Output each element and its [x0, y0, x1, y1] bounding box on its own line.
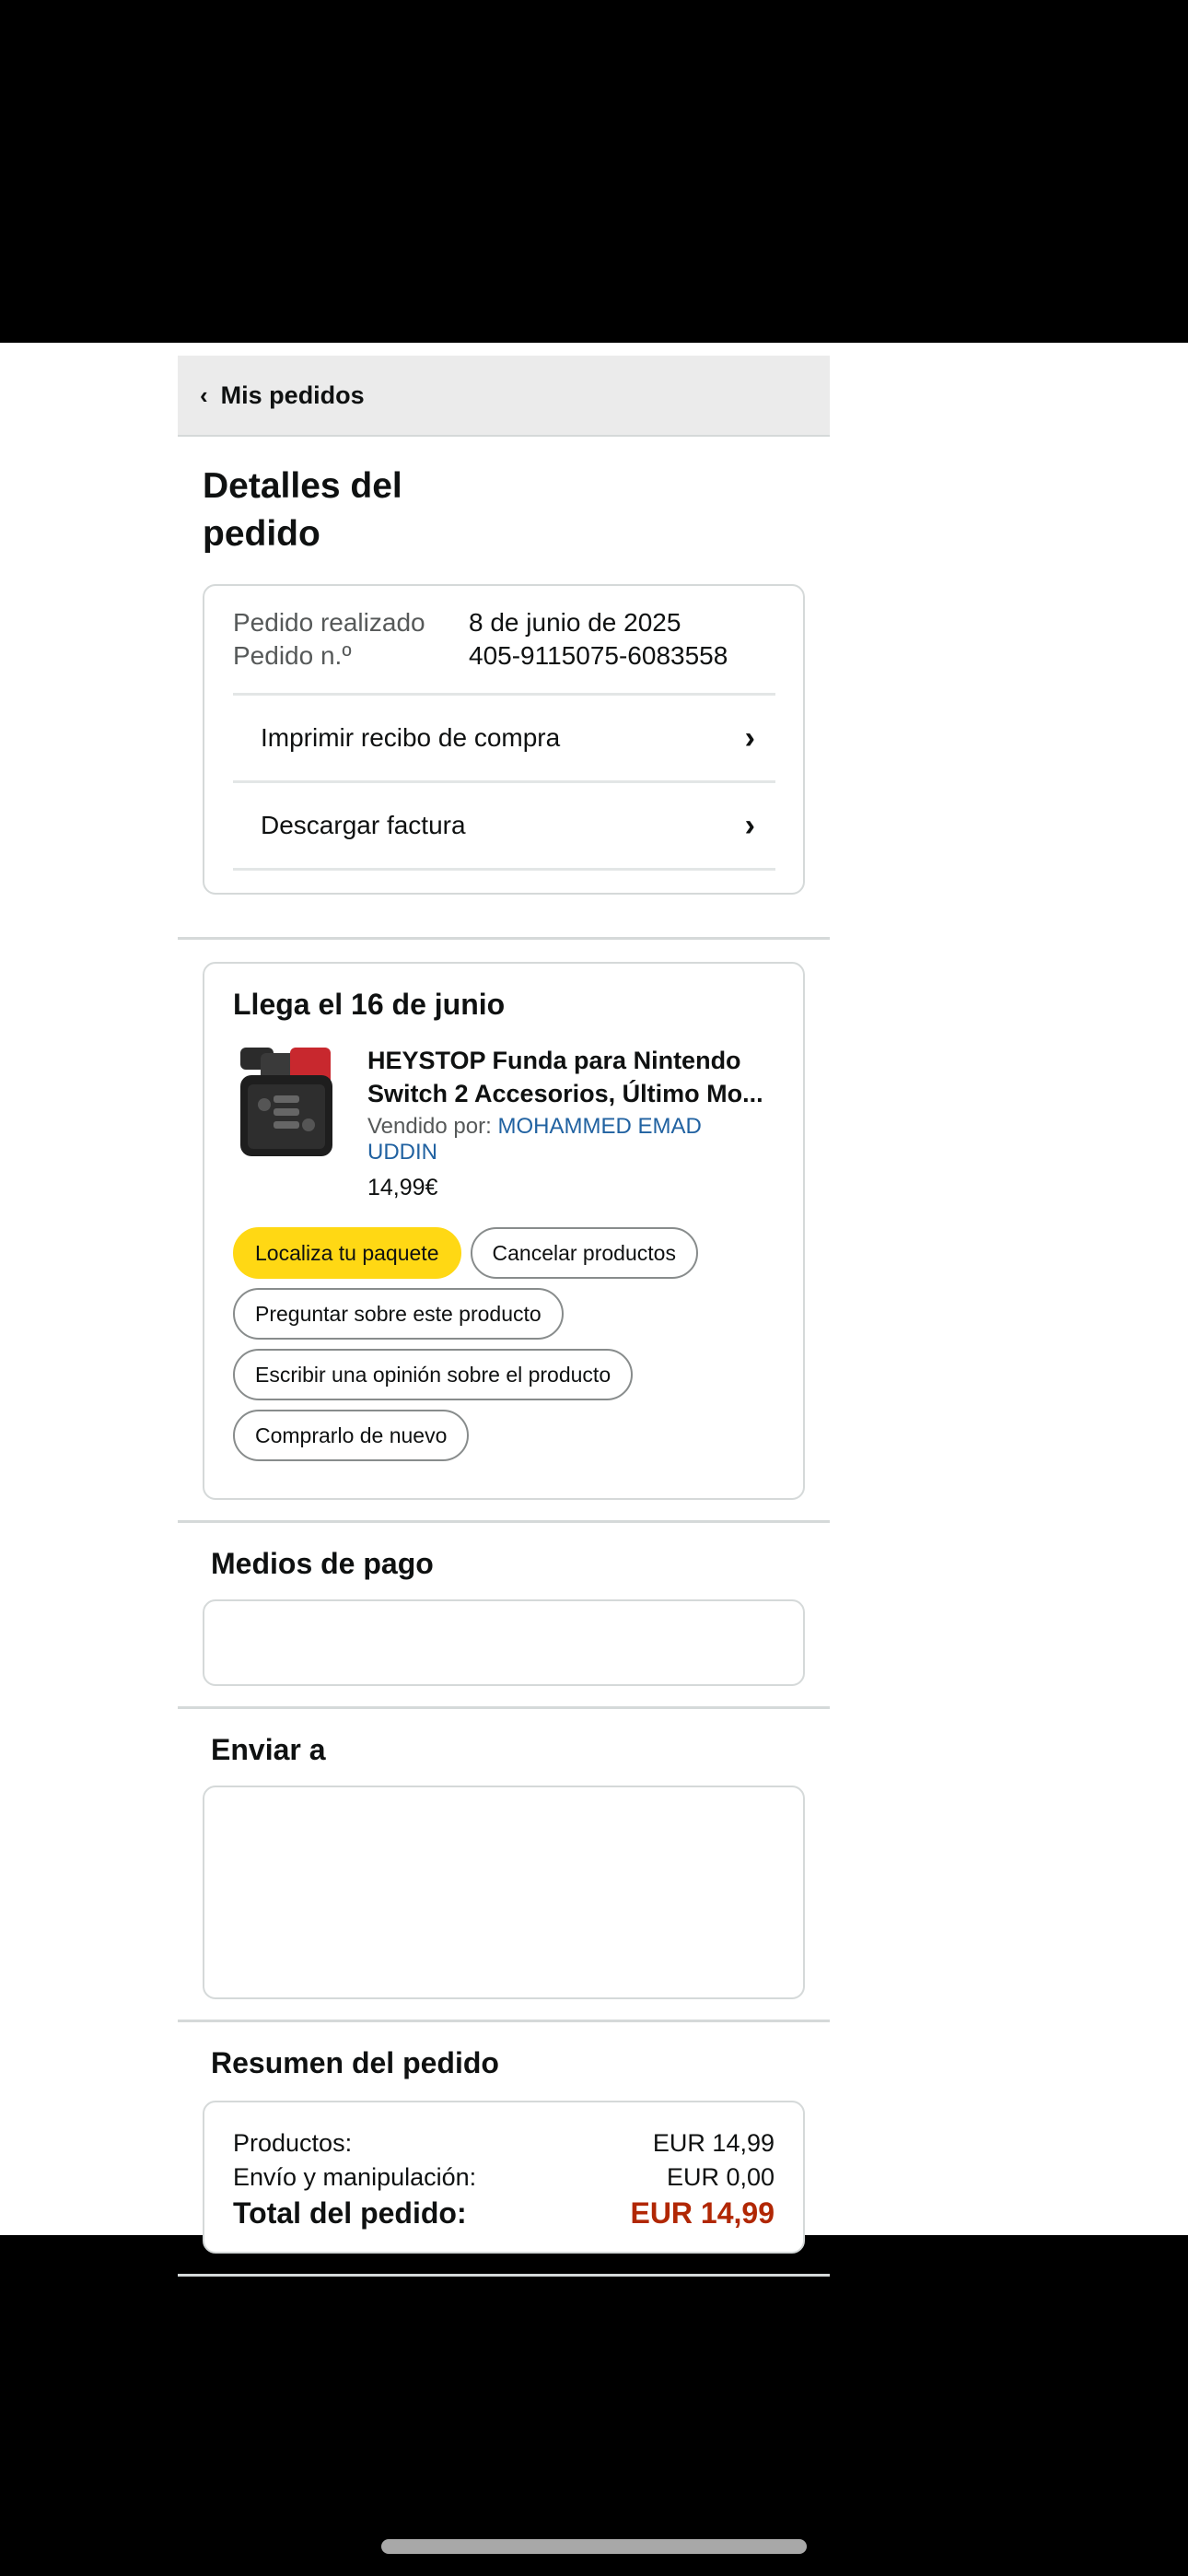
order-details-page: ‹ Mis pedidos Detalles del pedido Pedido…: [178, 356, 830, 2277]
back-label: Mis pedidos: [220, 381, 365, 409]
download-invoice-label: Descargar factura: [261, 811, 466, 839]
order-summary-card: Productos: EUR 14,99 Envío y manipulació…: [203, 2101, 805, 2254]
sold-by-label: Vendido por:: [367, 1114, 492, 1139]
order-number-label: Pedido n.º: [233, 641, 352, 670]
item-price: 14,99€: [367, 1175, 438, 1200]
section-divider: [178, 2020, 830, 2022]
ask-about-product-button[interactable]: Preguntar sobre este producto: [233, 1288, 564, 1340]
item-details: HEYSTOP Funda para Nintendo Switch 2 Acc…: [367, 1044, 775, 1201]
section-divider: [178, 1706, 830, 1709]
section-divider: [178, 1520, 830, 1523]
summary-total-row: Total del pedido: EUR 14,99: [233, 2195, 775, 2231]
ship-to-title: Enviar a: [211, 1733, 326, 1766]
order-item: HEYSTOP Funda para Nintendo Switch 2 Acc…: [233, 1044, 775, 1201]
products-label: Productos:: [233, 2129, 353, 2157]
app-screen: ‹ Mis pedidos Detalles del pedido Pedido…: [0, 343, 1188, 2277]
divider: [233, 868, 775, 871]
order-number-row: Pedido n.º 405-9115075-6083558: [233, 639, 775, 673]
chevron-left-icon: ‹: [200, 381, 208, 409]
home-indicator[interactable]: [381, 2539, 807, 2554]
back-to-orders-link[interactable]: ‹ Mis pedidos: [178, 356, 830, 437]
cancel-items-button[interactable]: Cancelar productos: [470, 1227, 698, 1279]
sold-by: Vendido por: MOHAMMED EMAD UDDIN: [367, 1114, 775, 1165]
track-package-button[interactable]: Localiza tu paquete: [233, 1227, 461, 1279]
chevron-right-icon: ›: [744, 807, 755, 843]
order-number-value: 405-9115075-6083558: [469, 641, 728, 670]
delivery-date-title: Llega el 16 de junio: [233, 988, 506, 1021]
order-info-card: Pedido realizado 8 de junio de 2025 Pedi…: [203, 584, 805, 895]
buy-again-button[interactable]: Comprarlo de nuevo: [233, 1410, 470, 1461]
write-review-button[interactable]: Escribir una opinión sobre el producto: [233, 1349, 634, 1400]
shipment-card: Llega el 16 de junio HEYSTOP Funda para …: [203, 962, 805, 1500]
shipping-label: Envío y manipulación:: [233, 2163, 477, 2191]
page-title: Detalles del pedido: [203, 466, 402, 554]
section-divider: [178, 937, 830, 940]
print-receipt-label: Imprimir recibo de compra: [261, 723, 561, 752]
download-invoice-link[interactable]: Descargar factura ›: [233, 780, 775, 868]
products-value: EUR 14,99: [652, 2129, 775, 2157]
total-value: EUR 14,99: [630, 2196, 775, 2230]
total-label: Total del pedido:: [233, 2196, 467, 2230]
chevron-right-icon: ›: [744, 720, 755, 755]
order-summary-title: Resumen del pedido: [211, 2046, 499, 2079]
summary-shipping-row: Envío y manipulación: EUR 0,00: [233, 2160, 775, 2195]
item-actions: Localiza tu paquete Cancelar productos Pr…: [233, 1227, 775, 1470]
payment-methods-card: [203, 1599, 805, 1686]
order-placed-row: Pedido realizado 8 de junio de 2025: [233, 606, 775, 639]
item-title[interactable]: HEYSTOP Funda para Nintendo Switch 2 Acc…: [367, 1044, 763, 1110]
shipping-value: EUR 0,00: [666, 2163, 775, 2191]
order-placed-value: 8 de junio de 2025: [469, 608, 681, 637]
summary-products-row: Productos: EUR 14,99: [233, 2126, 775, 2160]
product-thumbnail[interactable]: [233, 1044, 344, 1164]
ship-to-card: [203, 1786, 805, 1999]
payment-methods-title: Medios de pago: [211, 1547, 434, 1580]
print-receipt-link[interactable]: Imprimir recibo de compra ›: [233, 693, 775, 780]
section-divider: [178, 2274, 830, 2277]
order-placed-label: Pedido realizado: [233, 608, 425, 637]
